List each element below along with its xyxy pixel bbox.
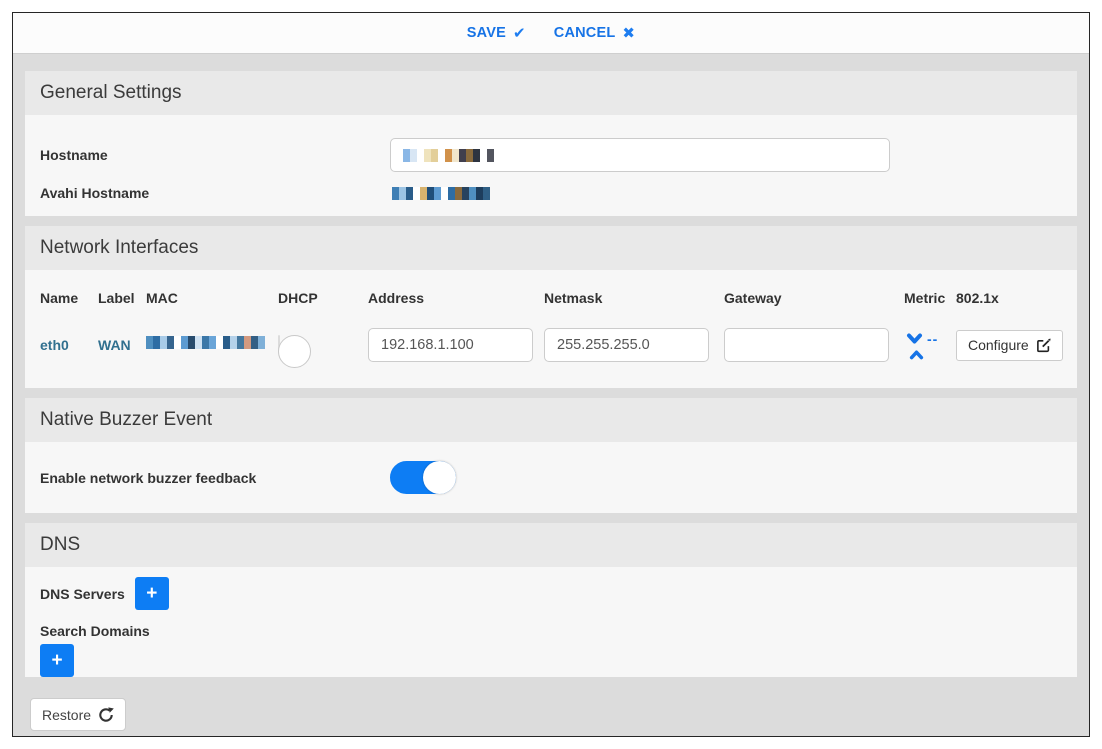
gateway-input[interactable]	[724, 328, 889, 362]
avahi-hostname-label: Avahi Hostname	[40, 185, 390, 201]
restore-button-label: Restore	[42, 707, 91, 723]
section-native-buzzer-event: Native Buzzer Event Enable network buzze…	[25, 398, 1077, 513]
hostname-label: Hostname	[40, 147, 390, 163]
section-title: General Settings	[40, 82, 182, 104]
cancel-button[interactable]: CANCEL ✖	[554, 24, 635, 42]
settings-panel: SAVE ✔ CANCEL ✖ General Settings Hostnam…	[12, 12, 1090, 737]
redacted-mac-address	[146, 336, 265, 349]
check-icon: ✔	[513, 24, 526, 42]
hostname-input[interactable]	[390, 138, 890, 172]
dhcp-toggle[interactable]	[278, 335, 280, 354]
plus-icon: +	[146, 583, 157, 604]
column-header-dhcp: DHCP	[278, 290, 368, 306]
buzzer-feedback-label: Enable network buzzer feedback	[40, 470, 390, 486]
address-input[interactable]	[368, 328, 533, 362]
search-domains-label: Search Domains	[40, 623, 1062, 639]
column-header-name: Name	[40, 290, 98, 306]
interfaces-table-header: Name Label MAC DHCP Address Netmask Gate…	[40, 290, 1062, 306]
native-buzzer-header: Native Buzzer Event	[25, 398, 1077, 442]
avahi-hostname-row: Avahi Hostname	[40, 185, 1062, 201]
refresh-icon	[98, 707, 114, 723]
column-header-address: Address	[368, 290, 544, 306]
netmask-input[interactable]	[544, 328, 709, 362]
chevron-down-icon[interactable]	[906, 333, 923, 345]
buzzer-toggle-row: Enable network buzzer feedback	[40, 461, 1062, 494]
search-domains-row: +	[40, 639, 1062, 677]
section-general-settings: General Settings Hostname Avahi Hostname	[25, 71, 1077, 216]
add-dns-server-button[interactable]: +	[135, 577, 169, 610]
section-network-interfaces: Network Interfaces Name Label MAC DHCP A…	[25, 226, 1077, 388]
general-settings-header: General Settings	[25, 71, 1077, 115]
save-button-label: SAVE	[467, 25, 506, 41]
interface-label: WAN	[98, 337, 146, 353]
redacted-hostname-value	[403, 149, 494, 162]
configure-8021x-button[interactable]: Configure	[956, 330, 1063, 361]
action-bar: SAVE ✔ CANCEL ✖	[13, 13, 1089, 54]
dns-header: DNS	[25, 523, 1077, 567]
save-button[interactable]: SAVE ✔	[467, 24, 526, 42]
column-header-metric: Metric	[904, 290, 956, 306]
dns-servers-row: DNS Servers +	[40, 577, 1062, 610]
buzzer-feedback-toggle[interactable]	[390, 461, 456, 494]
add-search-domain-button[interactable]: +	[40, 644, 74, 677]
cancel-button-label: CANCEL	[554, 25, 616, 41]
settings-content: General Settings Hostname Avahi Hostname…	[13, 54, 1089, 731]
dns-servers-label: DNS Servers	[40, 586, 125, 602]
interface-name: eth0	[40, 337, 98, 353]
section-dns: DNS DNS Servers + Search Domains +	[25, 523, 1077, 677]
x-mark-icon: ✖	[622, 24, 635, 42]
column-header-8021x: 802.1x	[956, 290, 1066, 306]
restore-button[interactable]: Restore	[30, 698, 126, 731]
toggle-knob	[278, 335, 311, 368]
plus-icon: +	[51, 650, 62, 671]
column-header-gateway: Gateway	[724, 290, 904, 306]
section-title: DNS	[40, 534, 80, 556]
toggle-knob	[423, 461, 456, 494]
interface-row-eth0: eth0 WAN	[40, 328, 1062, 362]
edit-icon	[1036, 338, 1051, 353]
section-title: Native Buzzer Event	[40, 409, 212, 431]
section-title: Network Interfaces	[40, 237, 198, 259]
hostname-row: Hostname	[40, 138, 1062, 172]
redacted-avahi-hostname-value	[392, 187, 490, 200]
metric-value: --	[927, 331, 938, 347]
configure-button-label: Configure	[968, 337, 1029, 353]
network-interfaces-header: Network Interfaces	[25, 226, 1077, 270]
column-header-netmask: Netmask	[544, 290, 724, 306]
column-header-mac: MAC	[146, 290, 278, 306]
column-header-label: Label	[98, 290, 146, 306]
chevron-up-icon[interactable]	[909, 349, 924, 360]
metric-control: --	[904, 331, 956, 360]
